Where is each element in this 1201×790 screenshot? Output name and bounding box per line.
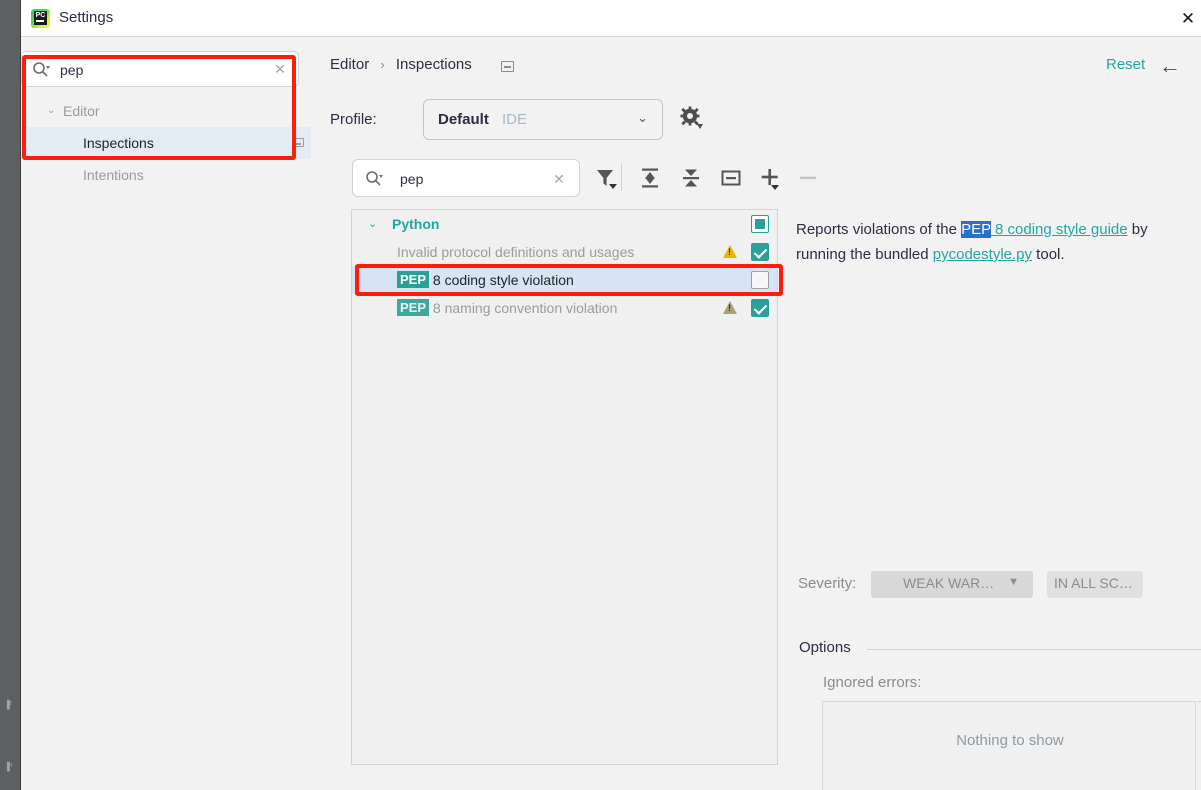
plus-dropdown-icon[interactable] — [757, 165, 783, 191]
warning-triangle-icon — [723, 301, 737, 314]
sidebar-item-inspections[interactable]: Inspections — [21, 127, 311, 159]
tree-group-python-label: Python — [392, 216, 440, 232]
inspection-search-box[interactable]: ✕ — [352, 159, 580, 197]
ignored-errors-label: Ignored errors: — [823, 674, 922, 691]
profile-label: Profile: — [330, 111, 377, 128]
inspection-tree[interactable]: ⌄ Python Invalid protocol definitions an… — [351, 209, 778, 765]
severity-label: Severity: — [798, 575, 857, 592]
page-link-icon[interactable] — [501, 61, 514, 72]
breadcrumb: Editor › Inspections — [330, 56, 472, 73]
ignored-errors-list[interactable]: Nothing to show — [822, 701, 1196, 790]
search-icon — [366, 171, 383, 186]
severity-dropdown[interactable]: WEAK WAR… ▼ — [871, 571, 1033, 598]
settings-search-clear-icon[interactable]: ✕ — [272, 61, 288, 77]
chevron-down-icon: ⌄ — [637, 110, 648, 125]
chevron-down-icon: ▼ — [1008, 576, 1019, 588]
background-ide-toolwindow-strip: ▐ᵀ ▐ᴴ — [0, 0, 21, 790]
profile-scope: IDE — [502, 111, 528, 128]
expand-all-icon[interactable] — [637, 165, 663, 191]
tree-row-pep8-coding-style-checkbox[interactable] — [751, 271, 769, 289]
tree-row-pep8-naming-convention-checkbox[interactable] — [751, 299, 769, 317]
pep-match-badge: PEP — [397, 271, 430, 288]
sidebar-item-editor[interactable]: ⌄ Editor — [21, 95, 311, 127]
inspection-search-clear-icon[interactable]: ✕ — [551, 171, 567, 187]
scope-value: IN ALL SC… — [1054, 575, 1133, 591]
collapse-all-icon[interactable] — [678, 165, 704, 191]
ignored-errors-actions: + − — [1197, 701, 1201, 790]
sidebar-item-intentions[interactable]: Intentions — [21, 159, 311, 191]
toolbar-separator — [621, 163, 622, 191]
profile-dropdown[interactable]: Default IDE ⌄ — [423, 99, 663, 140]
breadcrumb-separator-icon: › — [380, 57, 385, 72]
close-icon[interactable]: ✕ — [1177, 8, 1199, 30]
tree-row-pep8-naming-convention[interactable]: PEP 8 naming convention violation — [352, 294, 777, 322]
minus-box-icon[interactable] — [718, 165, 744, 191]
search-icon — [33, 62, 50, 77]
pep8-guide-link[interactable]: 8 coding style guide — [991, 221, 1128, 238]
warning-triangle-icon — [723, 245, 737, 258]
description-part-3: tool. — [1032, 246, 1065, 263]
settings-search-input[interactable] — [58, 59, 258, 81]
description-part-1: Reports violations of the — [796, 221, 962, 238]
tree-group-python-checkbox[interactable] — [751, 215, 769, 233]
sidebar-item-inspections-label: Inspections — [83, 135, 154, 151]
tree-row-invalid-protocol[interactable]: Invalid protocol definitions and usages — [352, 238, 777, 266]
title-bar: PC Settings ✕ — [21, 0, 1201, 37]
settings-right-panel: Editor › Inspections Reset ← → Profile: … — [311, 37, 1201, 790]
bg-tab-mark-1: ▐ᵀ — [4, 700, 12, 709]
dialog-body: ✕ ⌄ Editor Inspections Intentions — [21, 37, 1201, 790]
filter-icon[interactable] — [593, 165, 619, 191]
settings-left-panel: ✕ ⌄ Editor Inspections Intentions — [21, 37, 311, 790]
breadcrumb-leaf: Inspections — [395, 56, 472, 73]
tree-row-pep8-coding-style[interactable]: PEP 8 coding style violation — [352, 266, 777, 294]
minus-icon — [800, 176, 816, 180]
sidebar-item-editor-label: Editor — [63, 103, 100, 119]
settings-link-icon — [293, 138, 304, 147]
scope-button[interactable]: IN ALL SC… — [1047, 571, 1143, 598]
chevron-down-icon: ⌄ — [47, 105, 56, 116]
tree-row-pep8-naming-convention-label: 8 naming convention violation — [432, 300, 618, 316]
profile-value: Default — [438, 111, 489, 128]
bg-tab-mark-2: ▐ᴴ — [4, 762, 12, 771]
settings-category-tree: ⌄ Editor Inspections Intentions — [21, 95, 311, 191]
settings-search-box[interactable]: ✕ — [21, 51, 299, 87]
reset-button[interactable]: Reset — [1106, 56, 1145, 73]
tree-row-pep8-coding-style-label: 8 coding style violation — [432, 272, 574, 288]
sidebar-item-intentions-label: Intentions — [83, 167, 144, 183]
pycharm-logo-icon: PC — [31, 9, 50, 28]
window-title: Settings — [59, 9, 114, 26]
chevron-down-icon: ⌄ — [368, 218, 378, 230]
gear-dropdown-icon[interactable] — [679, 105, 705, 131]
tree-row-invalid-protocol-checkbox[interactable] — [751, 243, 769, 261]
options-divider — [867, 649, 1201, 650]
tree-row-invalid-protocol-label: Invalid protocol definitions and usages — [397, 244, 635, 260]
breadcrumb-root[interactable]: Editor — [330, 56, 369, 73]
inspection-search-input[interactable] — [398, 168, 548, 190]
description-search-highlight: PEP — [961, 221, 991, 238]
options-section-title: Options — [799, 639, 851, 656]
tree-group-python[interactable]: ⌄ Python — [352, 210, 777, 238]
severity-value: WEAK WAR… — [903, 575, 995, 591]
pep-match-badge: PEP — [397, 299, 430, 316]
inspection-description: Reports violations of the PEP 8 coding s… — [796, 217, 1201, 267]
settings-dialog-window: ▐ᵀ ▐ᴴ PC Settings ✕ ✕ ⌄ — [0, 0, 1201, 790]
pycodestyle-link[interactable]: pycodestyle.py — [933, 246, 1032, 263]
nav-back-icon[interactable]: ← — [1159, 55, 1181, 77]
ignored-errors-empty-text: Nothing to show — [956, 732, 1064, 749]
